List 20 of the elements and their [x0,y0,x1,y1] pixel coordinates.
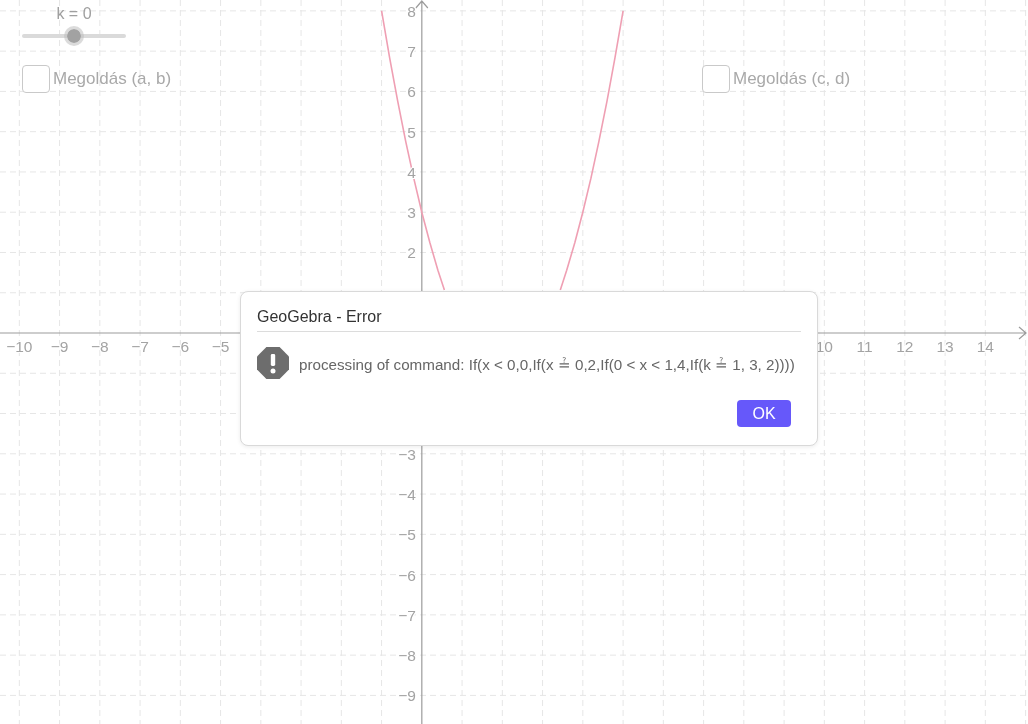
checkbox-label[interactable]: Megoldás (a, b) [53,69,172,89]
checkbox[interactable] [702,65,730,93]
axis-label: 11 [856,338,873,355]
slider-value-label: k = 0 [56,4,92,24]
checkbox-label[interactable]: Megoldás (c, d) [733,69,851,89]
dialog-title: GeoGebra - Error [257,308,382,325]
axis-label: 2 [407,244,416,262]
axis-label: 14 [976,338,994,355]
axis-label: 6 [407,83,416,101]
axis-label: 8 [407,2,416,20]
error-message: processing of command: If(x < 0,0,If(x ≟ 0,2,If(0 < x < 1,4,If(k ≟ 1, 3, 2)))) [299,355,795,374]
axis-label: 10 [815,338,833,355]
axis-label: 5 [407,123,416,141]
checkbox[interactable] [22,65,50,93]
axis-label: 7 [407,43,416,61]
ok-button[interactable]: OK [737,400,791,427]
axis-label: 12 [896,338,914,355]
axis-label: 3 [407,204,416,222]
axis-label: 13 [936,338,954,355]
slider-thumb[interactable] [64,26,84,46]
